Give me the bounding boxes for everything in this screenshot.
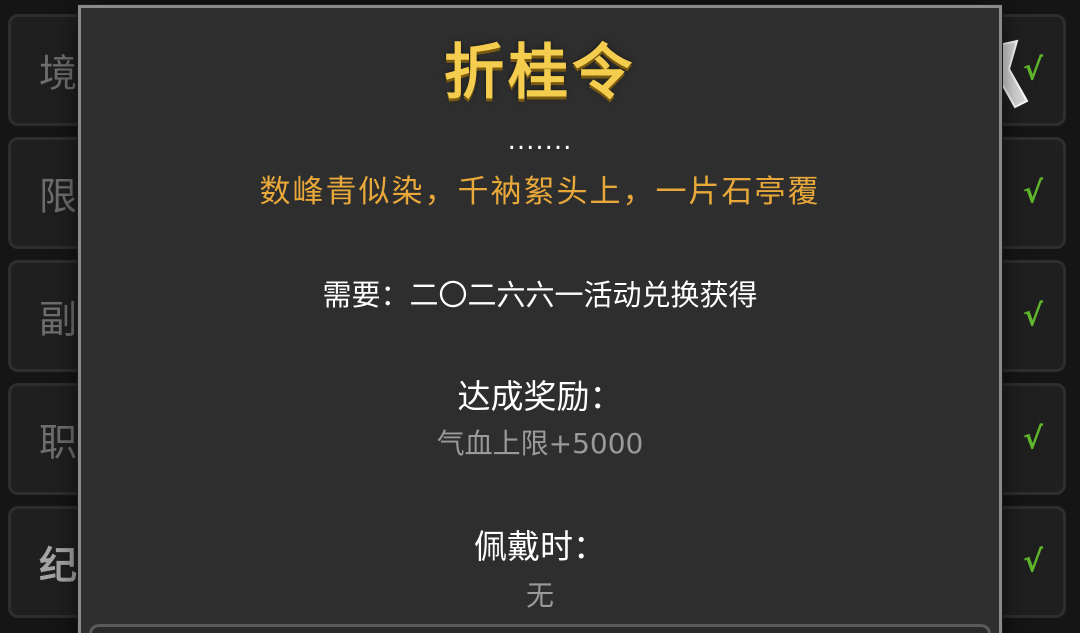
poem-line: 数峰青似染，千衲絮头上，一片石亭覆 (259, 174, 821, 210)
reward-heading: 达成奖励： (457, 377, 623, 416)
checkmark-icon: √ (1022, 298, 1043, 334)
list-item-label: 纪 (39, 542, 78, 588)
modal-bottom-panel (89, 624, 991, 633)
checkmark-icon: √ (1022, 52, 1043, 88)
reward-value: 气血上限+5000 (436, 427, 644, 460)
requirement-text: 需要：二〇二六六一活动兑换获得 (322, 278, 758, 312)
list-item-label: 职 (39, 420, 78, 465)
modal-title: 折桂令 (444, 38, 636, 108)
wear-value: 无 (525, 579, 554, 612)
poem-ellipsis: ....... (507, 126, 573, 156)
list-item-label: 境 (39, 51, 78, 96)
title-detail-modal[interactable]: 折桂令 ....... 数峰青似染，千衲絮头上，一片石亭覆 需要：二〇二六六一活… (78, 5, 1002, 633)
wear-heading: 佩戴时： (474, 527, 606, 566)
checkmark-icon: √ (1022, 421, 1043, 457)
checkmark-icon: √ (1022, 544, 1043, 580)
list-item-label: 副 (39, 297, 78, 342)
checkmark-icon: √ (1022, 175, 1043, 211)
list-item-label: 限 (39, 174, 78, 219)
